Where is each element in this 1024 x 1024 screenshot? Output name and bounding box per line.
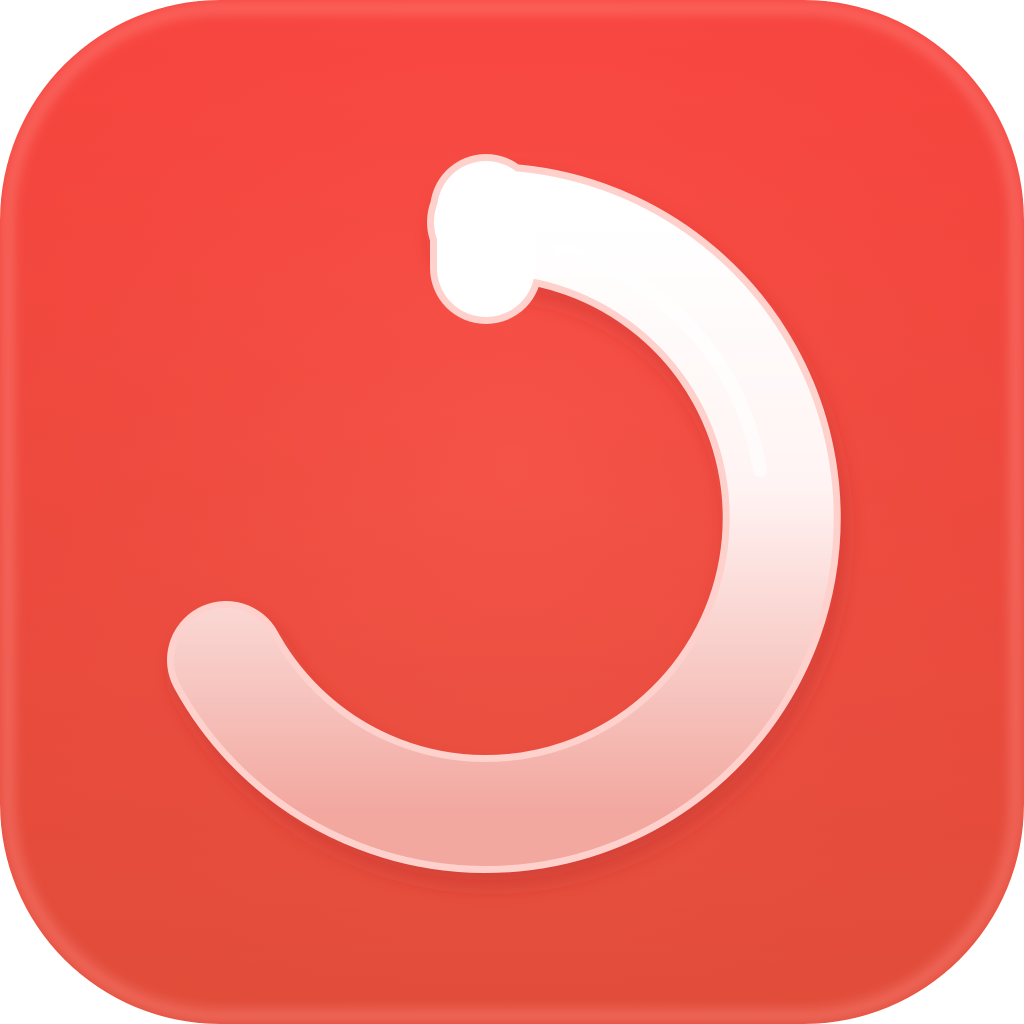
app-icon-graphic [0,0,1024,1024]
app-icon-tile[interactable] [0,0,1024,1024]
app-icon-canvas [0,0,1024,1024]
